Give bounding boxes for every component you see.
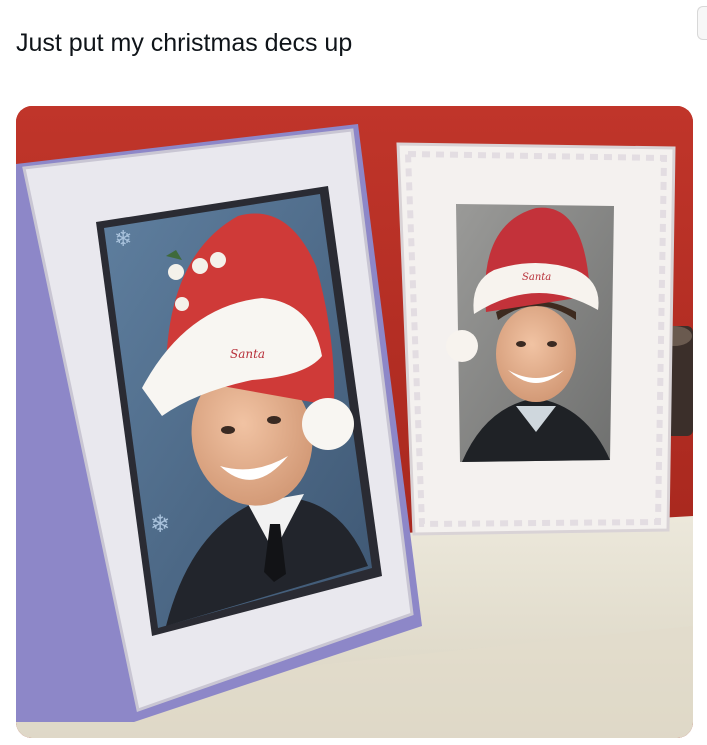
left-photo-frame: ❄ ❄ Santa (16, 124, 422, 722)
snowflake-icon: ❄ (114, 227, 132, 252)
post-photo[interactable]: Santa ❄ ❄ Santa (16, 106, 693, 738)
post-caption: Just put my christmas decs up (16, 29, 353, 57)
right-photo-frame: Santa (396, 142, 676, 536)
scroll-tab[interactable] (697, 6, 707, 40)
right-hat-text: Santa (522, 272, 551, 283)
snowflake-icon: ❄ (150, 510, 170, 538)
left-hat-text: Santa (230, 347, 265, 361)
tweet-page: Just put my christmas decs up Santa ❄ ❄ … (0, 0, 707, 745)
photo-illustration: Santa ❄ ❄ Santa (16, 106, 693, 738)
